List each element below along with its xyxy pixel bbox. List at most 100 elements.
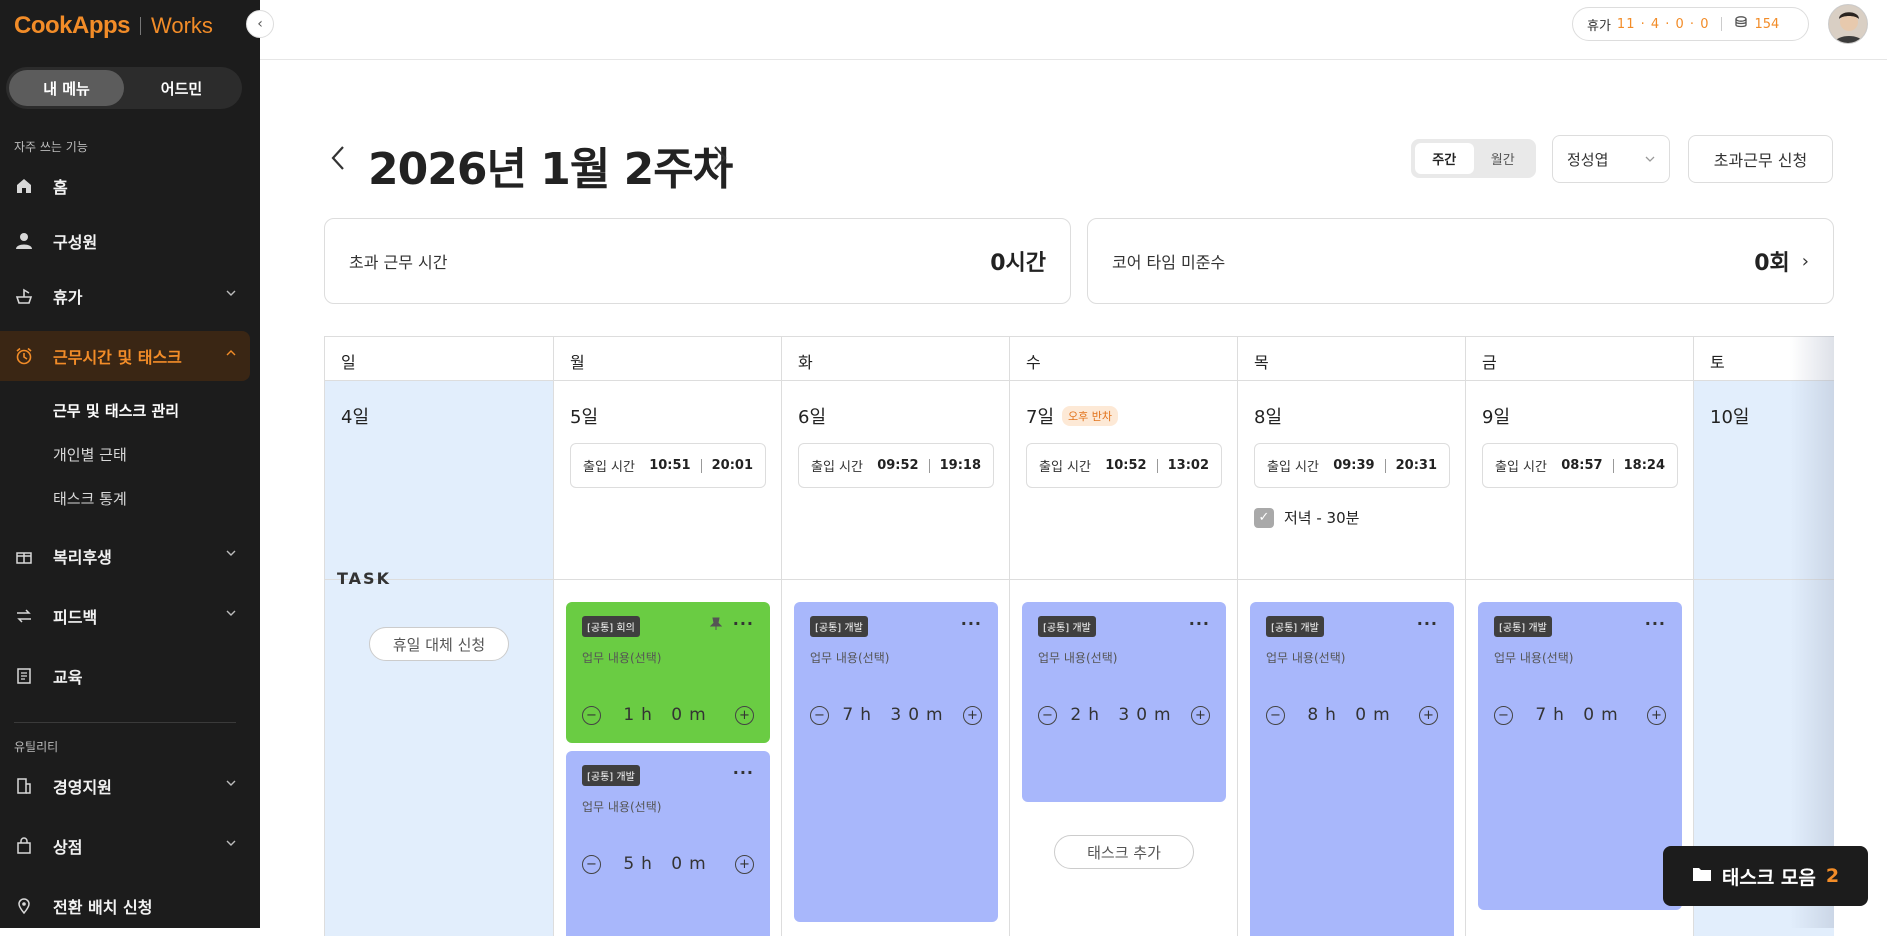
- dinner-checkbox[interactable]: ✓ 저녁 - 30분: [1254, 507, 1359, 528]
- day-of-week: 토: [1694, 337, 1834, 381]
- checkout-time: 20:31: [1395, 458, 1437, 473]
- checkout-time: 18:24: [1623, 458, 1665, 473]
- task-collection-button[interactable]: 태스크 모음 2: [1663, 846, 1868, 906]
- sidebar-collapse-button[interactable]: ‹: [246, 10, 274, 38]
- sidebar-item-home[interactable]: 홈: [0, 161, 250, 211]
- vacation-summary[interactable]: 휴가 11 · 4 · 0 · 0 154: [1572, 7, 1809, 41]
- checkin-time: 10:51: [649, 458, 691, 473]
- sidebar-item-management[interactable]: 경영지원: [0, 761, 250, 811]
- halfday-badge: 오후 반차: [1062, 406, 1118, 426]
- holiday-replace-button[interactable]: 휴일 대체 신청: [369, 627, 509, 661]
- task-card[interactable]: [공통] 회의 ··· 업무 내용(선택) − 1h 0m +: [566, 602, 770, 743]
- checkin-time-box[interactable]: 출입 시간 09:52 19:18: [798, 443, 994, 488]
- home-icon: [14, 176, 34, 196]
- pill-divider: [1721, 17, 1723, 31]
- sidebar-item-welfare[interactable]: 복리후생: [0, 531, 250, 581]
- sidebar-item-label: 구성원: [53, 233, 98, 252]
- chevron-down-icon: [226, 780, 236, 786]
- task-description[interactable]: 업무 내용(선택): [1038, 649, 1210, 666]
- plus-icon[interactable]: +: [1191, 705, 1210, 725]
- more-icon[interactable]: ···: [1417, 614, 1438, 633]
- subitem-task-stats[interactable]: 태스크 통계: [53, 488, 127, 509]
- task-card[interactable]: [공통] 개발 ··· 업무 내용(선택) − 2h 30m +: [1022, 602, 1226, 802]
- checkin-time-box[interactable]: 출입 시간 10:51 20:01: [570, 443, 766, 488]
- sidebar-item-vacation[interactable]: 휴가: [0, 271, 250, 321]
- task-duration: 2h 30m: [1070, 705, 1178, 725]
- plus-icon[interactable]: +: [1419, 705, 1438, 725]
- page-title: 2026년 1월 2주차: [368, 144, 733, 195]
- pin-icon[interactable]: [709, 617, 723, 635]
- checkin-time-box[interactable]: 출입 시간 10:52 13:02: [1026, 443, 1222, 488]
- more-icon[interactable]: ···: [1189, 614, 1210, 633]
- building-icon: [14, 776, 34, 796]
- task-description[interactable]: 업무 내용(선택): [1494, 649, 1666, 666]
- task-card[interactable]: [공통] 개발 ··· 업무 내용(선택) − 8h 0m +: [1250, 602, 1454, 936]
- task-duration-stepper: − 2h 30m +: [1038, 705, 1210, 725]
- dinner-label: 저녁 - 30분: [1284, 509, 1360, 527]
- subitem-work-task-manage[interactable]: 근무 및 태스크 관리: [53, 400, 179, 421]
- coretime-card[interactable]: 코어 타임 미준수 0회 ›: [1087, 218, 1834, 304]
- logo[interactable]: CookApps Works: [14, 10, 213, 42]
- checkin-time-box[interactable]: 출입 시간 08:57 18:24: [1482, 443, 1678, 488]
- day-of-week: 수: [1010, 337, 1237, 381]
- checkin-time: 10:52: [1105, 458, 1147, 473]
- user-select[interactable]: 정성엽: [1552, 135, 1670, 183]
- chevron-down-icon: [226, 840, 236, 846]
- date-label: 9일: [1482, 403, 1510, 429]
- time-divider: [700, 458, 702, 473]
- task-duration: 1h 0m: [623, 705, 713, 725]
- checkin-time-box[interactable]: 출입 시간 09:39 20:31: [1254, 443, 1450, 488]
- minus-icon[interactable]: −: [582, 854, 601, 874]
- plus-icon[interactable]: +: [1647, 705, 1666, 725]
- more-icon[interactable]: ···: [733, 763, 754, 782]
- minus-icon[interactable]: −: [582, 705, 601, 725]
- more-icon[interactable]: ···: [733, 614, 754, 633]
- shop-icon: [14, 836, 34, 856]
- chevron-down-icon: [226, 610, 236, 616]
- task-description[interactable]: 업무 내용(선택): [810, 649, 982, 666]
- tab-admin[interactable]: 어드민: [124, 70, 239, 106]
- add-task-button[interactable]: 태스크 추가: [1054, 835, 1194, 869]
- task-description[interactable]: 업무 내용(선택): [582, 798, 754, 815]
- minus-icon[interactable]: −: [1266, 705, 1285, 725]
- overtime-request-button[interactable]: 초과근무 신청: [1688, 135, 1833, 183]
- tab-weekly[interactable]: 주간: [1415, 143, 1474, 174]
- subitem-personal-attendance[interactable]: 개인별 근태: [53, 444, 127, 465]
- minus-icon[interactable]: −: [1038, 705, 1057, 725]
- plus-icon[interactable]: +: [735, 705, 754, 725]
- tab-my-menu[interactable]: 내 메뉴: [9, 70, 124, 106]
- sidebar-item-shop[interactable]: 상점: [0, 821, 250, 871]
- sidebar-item-label: 경영지원: [53, 778, 112, 797]
- sidebar-item-members[interactable]: 구성원: [0, 216, 250, 266]
- tab-monthly[interactable]: 월간: [1474, 143, 1533, 174]
- sidebar-item-transfer[interactable]: 전환 배치 신청: [0, 881, 250, 931]
- avatar[interactable]: [1828, 4, 1868, 44]
- section-utility-label: 유틸리티: [14, 740, 59, 754]
- task-description[interactable]: 업무 내용(선택): [1266, 649, 1438, 666]
- check-icon: ✓: [1254, 507, 1274, 528]
- task-card[interactable]: [공통] 개발 ··· 업무 내용(선택) − 5h 0m +: [566, 751, 770, 936]
- sidebar-item-worktime[interactable]: 근무시간 및 태스크: [0, 331, 250, 381]
- plus-icon[interactable]: +: [735, 854, 754, 874]
- task-card[interactable]: [공통] 개발 ··· 업무 내용(선택) − 7h 30m +: [794, 602, 998, 922]
- task-card[interactable]: [공통] 개발 ··· 업무 내용(선택) − 7h 0m +: [1478, 602, 1682, 910]
- minus-icon[interactable]: −: [1494, 705, 1513, 725]
- task-description[interactable]: 업무 내용(선택): [582, 649, 754, 666]
- sidebar-item-feedback[interactable]: 피드백: [0, 591, 250, 641]
- view-toggle: 주간 월간: [1411, 139, 1536, 178]
- next-week-button[interactable]: [712, 145, 728, 178]
- checkin-label: 출입 시간: [811, 460, 863, 475]
- more-icon[interactable]: ···: [1645, 614, 1666, 633]
- sidebar-item-education[interactable]: 교육: [0, 651, 250, 701]
- overtime-card: 초과 근무 시간 0시간: [324, 218, 1071, 304]
- brand-name: CookApps: [14, 12, 131, 39]
- date-number: 5일: [570, 407, 599, 428]
- time-divider: [928, 458, 930, 473]
- vacation-label: 휴가: [1587, 18, 1611, 34]
- sidebar: CookApps Works 내 메뉴 어드민 자주 쓰는 기능 홈 구성원 휴…: [0, 0, 260, 928]
- prev-week-button[interactable]: [330, 145, 346, 178]
- minus-icon[interactable]: −: [810, 705, 829, 725]
- date-number: 9일: [1482, 407, 1511, 428]
- more-icon[interactable]: ···: [961, 614, 982, 633]
- plus-icon[interactable]: +: [963, 705, 982, 725]
